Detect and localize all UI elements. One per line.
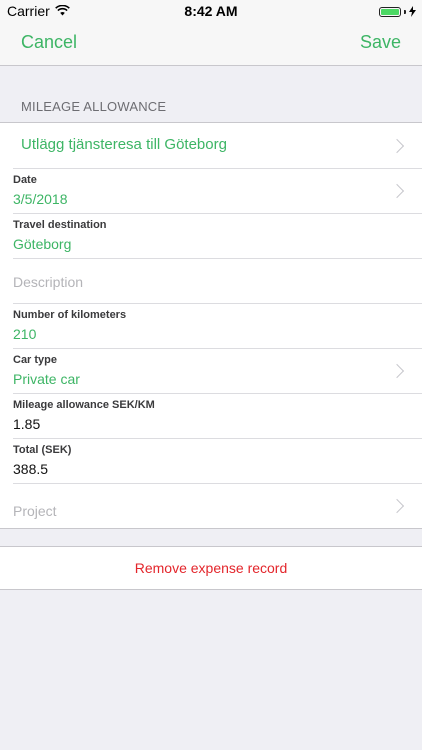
status-right: [379, 4, 416, 20]
allowance-value: 1.85: [13, 416, 41, 432]
allowance-row: Mileage allowance SEK/KM 1.85: [0, 393, 422, 438]
mileage-form: Utlägg tjänsteresa till Göteborg Date 3/…: [0, 122, 422, 529]
status-bar: Carrier 8:42 AM: [0, 0, 422, 22]
expense-title: Utlägg tjänsteresa till Göteborg: [21, 136, 227, 153]
remove-expense-label: Remove expense record: [134, 560, 288, 576]
chevron-right-icon: [389, 498, 405, 514]
destination-field[interactable]: Göteborg: [13, 236, 71, 252]
destination-label: Travel destination: [13, 219, 107, 231]
car-type-label: Car type: [13, 354, 58, 366]
car-type-row[interactable]: Car type Private car: [0, 348, 422, 393]
section-header: MILEAGE ALLOWANCE: [21, 99, 167, 114]
destination-row[interactable]: Travel destination Göteborg: [0, 213, 422, 258]
total-value: 388.5: [13, 461, 49, 477]
kilometers-row[interactable]: Number of kilometers 210: [0, 303, 422, 348]
cancel-button[interactable]: Cancel: [21, 32, 77, 53]
navigation-bar: Cancel Save: [0, 22, 422, 66]
description-field[interactable]: Description: [13, 274, 83, 290]
description-row[interactable]: Description: [0, 258, 422, 303]
kilometers-field[interactable]: 210: [13, 326, 36, 342]
kilometers-label: Number of kilometers: [13, 309, 127, 321]
chevron-right-icon: [389, 138, 405, 154]
save-button[interactable]: Save: [360, 32, 401, 53]
remove-expense-button[interactable]: Remove expense record: [0, 546, 422, 590]
total-label: Total (SEK): [13, 444, 72, 456]
allowance-label: Mileage allowance SEK/KM: [13, 399, 155, 411]
battery-level: [381, 9, 399, 15]
status-time: 8:42 AM: [184, 3, 238, 19]
date-label: Date: [13, 174, 37, 186]
total-row: Total (SEK) 388.5: [0, 438, 422, 483]
expense-title-row[interactable]: Utlägg tjänsteresa till Göteborg: [0, 123, 422, 168]
date-value: 3/5/2018: [13, 191, 68, 207]
bolt-icon: [409, 4, 416, 20]
project-placeholder: Project: [13, 503, 57, 519]
battery-tip: [404, 10, 406, 14]
chevron-right-icon: [389, 183, 405, 199]
car-type-value: Private car: [13, 371, 80, 387]
date-row[interactable]: Date 3/5/2018: [0, 168, 422, 213]
battery-icon: [379, 7, 401, 17]
project-row[interactable]: Project: [0, 483, 422, 528]
chevron-right-icon: [389, 363, 405, 379]
